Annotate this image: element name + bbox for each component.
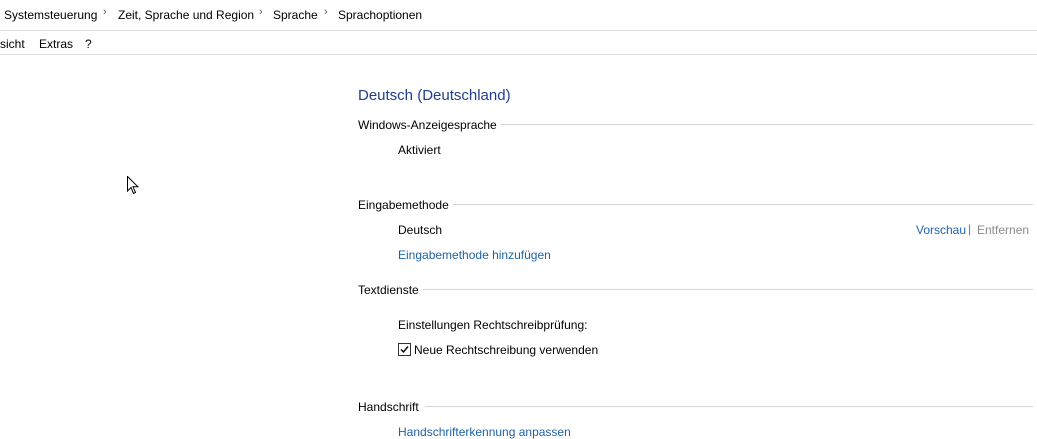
address-bar: Systemsteuerung › Zeit, Sprache und Regi…	[0, 0, 1037, 31]
mouse-cursor-icon	[127, 175, 140, 198]
section-title-text-services: Textdienste	[358, 283, 419, 297]
menu-bar: sicht Extras ?	[0, 31, 1037, 55]
breadcrumb-item-zeit-sprache-region[interactable]: Zeit, Sprache und Region	[118, 8, 254, 22]
breadcrumb-item-sprachoptionen[interactable]: Sprachoptionen	[338, 8, 422, 22]
section-divider	[453, 204, 1033, 205]
breadcrumb-item-sprache[interactable]: Sprache	[273, 8, 318, 22]
add-input-method-link[interactable]: Eingabemethode hinzufügen	[398, 248, 551, 262]
section-title-handwriting: Handschrift	[358, 400, 419, 414]
section-title-display-language: Windows-Anzeigesprache	[358, 118, 497, 132]
input-method-name: Deutsch	[398, 223, 443, 237]
link-separator: |	[968, 222, 972, 236]
remove-link[interactable]: Entfernen	[977, 223, 1029, 237]
preview-link[interactable]: Vorschau	[916, 223, 966, 237]
section-divider	[423, 289, 1033, 290]
display-language-status: Aktiviert	[398, 143, 441, 157]
new-spelling-checkbox[interactable]	[398, 343, 411, 356]
chevron-right-icon[interactable]: ›	[324, 6, 328, 18]
chevron-right-icon[interactable]: ›	[103, 6, 107, 18]
section-divider	[425, 406, 1033, 407]
spellcheck-settings-label: Einstellungen Rechtschreibprüfung:	[398, 318, 588, 332]
section-title-input-method: Eingabemethode	[358, 198, 449, 212]
breadcrumb-item-systemsteuerung[interactable]: Systemsteuerung	[4, 8, 97, 22]
checkmark-icon	[400, 346, 409, 354]
page-title: Deutsch (Deutschland)	[358, 87, 511, 104]
chevron-right-icon[interactable]: ›	[259, 6, 263, 18]
menu-item-help[interactable]: ?	[85, 37, 92, 51]
new-spelling-checkbox-label[interactable]: Neue Rechtschreibung verwenden	[414, 343, 598, 357]
menu-item-extras[interactable]: Extras	[39, 37, 73, 51]
menu-item-ansicht[interactable]: sicht	[0, 37, 25, 51]
section-divider	[500, 124, 1033, 125]
